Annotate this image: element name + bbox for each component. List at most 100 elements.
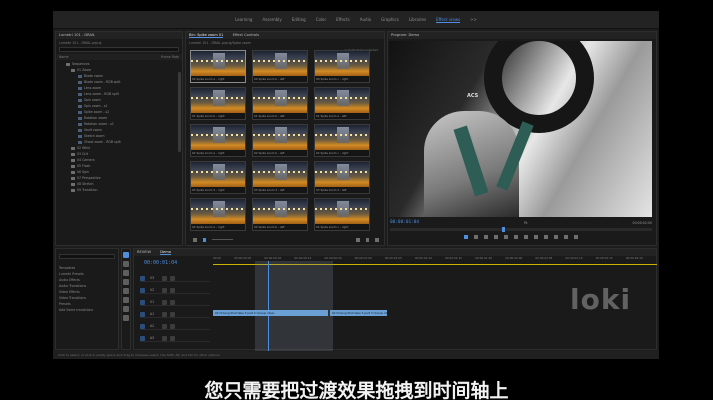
workspace-tab[interactable]: Learning	[235, 17, 252, 22]
thumbnail-image	[191, 125, 245, 152]
lift-icon[interactable]	[544, 235, 548, 239]
track-lock-icon[interactable]	[170, 312, 175, 317]
workspace-tab[interactable]: Audio	[360, 17, 371, 22]
track-lock-icon[interactable]	[170, 336, 175, 341]
effects-item[interactable]: Add Some transitions	[56, 307, 118, 313]
effects-search-input[interactable]	[59, 254, 115, 259]
pen-tool-icon[interactable]	[123, 297, 129, 303]
play-icon[interactable]	[514, 235, 518, 239]
track-visibility-icon[interactable]	[162, 336, 167, 341]
mark-out-icon[interactable]	[484, 235, 488, 239]
project-search-input[interactable]	[59, 47, 179, 52]
program-scrubber[interactable]	[390, 227, 652, 232]
go-to-out-icon[interactable]	[534, 235, 538, 239]
track-visibility-icon[interactable]	[162, 312, 167, 317]
comparison-view-icon[interactable]	[574, 235, 578, 239]
track-lock-icon[interactable]	[170, 276, 175, 281]
step-forward-icon[interactable]	[524, 235, 528, 239]
tab-effect-controls[interactable]: Effect Controls	[233, 33, 259, 37]
track-target-icon[interactable]	[140, 336, 145, 341]
clip-thumbnail[interactable]: 01 Spike zoom b - left	[252, 87, 308, 120]
track-header[interactable]: V3	[140, 275, 210, 282]
clip-right[interactable]: 02 Driving Shot take 3 part 3 (Group cli…	[330, 310, 387, 316]
new-item-icon[interactable]	[365, 237, 370, 242]
project-scrollbar[interactable]	[178, 72, 181, 152]
tab-bin[interactable]: Bin: Spike zoom 01	[189, 33, 224, 38]
track-visibility-icon[interactable]	[162, 324, 167, 329]
timeline-timecode[interactable]: 00:00:01:04	[144, 260, 177, 266]
fit-dropdown[interactable]: Fit	[521, 221, 528, 225]
track-lock-icon[interactable]	[170, 288, 175, 293]
workspace-tab[interactable]: Graphics	[381, 17, 399, 22]
tree-item[interactable]: 09 Transition	[66, 187, 182, 193]
clip-thumbnail[interactable]: 02 Spike zoom c - right	[314, 124, 370, 157]
export-frame-icon[interactable]	[564, 235, 568, 239]
workspace-tab[interactable]: Libraries	[409, 17, 426, 22]
clip-thumbnail[interactable]: 04 Spike zoom a - right	[190, 198, 246, 231]
clip-thumbnail[interactable]: 02 Spike zoom b - left	[252, 124, 308, 157]
program-timecode[interactable]: 00:00:01:04	[390, 220, 419, 225]
track-header[interactable]: A3	[140, 335, 210, 342]
razor-tool-icon[interactable]	[123, 279, 129, 285]
clip-thumbnail[interactable]: 03 Spike zoom 2 - left	[252, 161, 308, 194]
icon-view-icon[interactable]	[202, 237, 207, 242]
timeline-playhead[interactable]	[268, 261, 269, 351]
hand-tool-icon[interactable]	[123, 306, 129, 312]
marker-icon[interactable]	[464, 235, 468, 239]
mark-in-icon[interactable]	[474, 235, 478, 239]
track-target-icon[interactable]	[140, 288, 145, 293]
workspace-tab[interactable]: Effects	[336, 17, 350, 22]
go-to-in-icon[interactable]	[494, 235, 498, 239]
clip-thumbnail[interactable]: 03 Spike zoom 2 - left	[314, 161, 370, 194]
folder-icon	[66, 62, 70, 66]
workspace-tab[interactable]: >>	[470, 17, 477, 22]
tab-demo-sequence[interactable]: Demo	[160, 250, 171, 255]
track-select-tool-icon[interactable]	[123, 261, 129, 267]
program-playhead[interactable]	[502, 227, 505, 232]
step-back-icon[interactable]	[504, 235, 508, 239]
track-target-icon[interactable]	[140, 324, 145, 329]
track-header[interactable]: A1	[140, 311, 210, 318]
track-header[interactable]: A2	[140, 323, 210, 330]
track-lock-icon[interactable]	[170, 300, 175, 305]
thumbnail-caption: 00 Spike zoom b - left	[253, 76, 307, 82]
clip-thumbnail[interactable]: 00 Spike zoom b - left	[252, 50, 308, 83]
workspace-tab[interactable]: Effect views	[436, 17, 461, 23]
clip-thumbnail[interactable]: 02 Spike zoom a - right	[190, 124, 246, 157]
clip-thumbnail[interactable]: 00 Spike zoom a - right	[190, 50, 246, 83]
tab-review[interactable]: REVIEW	[137, 250, 151, 254]
name-column-header[interactable]: Name	[59, 54, 68, 60]
clip-thumbnail[interactable]: 04 Spike zoom c - right	[314, 198, 370, 231]
clip-left[interactable]: 02 Driving Shot take 3 part 2 (Group cli…	[213, 310, 328, 316]
project-panel-title[interactable]: Lumetri 101 - DRAIL	[56, 32, 182, 39]
clip-thumbnail[interactable]: 00 Spike zoom c - right	[314, 50, 370, 83]
selection-tool-icon[interactable]	[123, 252, 129, 258]
frame-rate-column-header[interactable]: Frame Rate	[161, 54, 179, 60]
track-visibility-icon[interactable]	[162, 300, 167, 305]
trash-icon[interactable]	[375, 237, 380, 242]
type-tool-icon[interactable]	[123, 315, 129, 321]
track-target-icon[interactable]	[140, 300, 145, 305]
extract-icon[interactable]	[554, 235, 558, 239]
track-header[interactable]: V1	[140, 299, 210, 306]
thumbnail-caption: 00 Spike zoom a - right	[191, 76, 245, 82]
track-visibility-icon[interactable]	[162, 276, 167, 281]
list-view-icon[interactable]	[193, 237, 197, 242]
workspace-tab[interactable]: Assembly	[262, 17, 281, 22]
clip-thumbnail[interactable]: 01 Spike zoom b - right	[190, 87, 246, 120]
ripple-edit-tool-icon[interactable]	[123, 270, 129, 276]
clip-thumbnail[interactable]: 04 Spike zoom b - left	[252, 198, 308, 231]
new-bin-icon[interactable]	[355, 237, 360, 242]
track-target-icon[interactable]	[140, 312, 145, 317]
track-visibility-icon[interactable]	[162, 288, 167, 293]
workspace-tab[interactable]: Editing	[292, 17, 306, 22]
track-lock-icon[interactable]	[170, 324, 175, 329]
workspace-tab[interactable]: Color	[316, 17, 326, 22]
zoom-slider[interactable]	[212, 239, 233, 240]
track-header[interactable]: V2	[140, 287, 210, 294]
slip-tool-icon[interactable]	[123, 288, 129, 294]
clip-thumbnail[interactable]: 01 Spike zoom e - left	[314, 87, 370, 120]
track-target-icon[interactable]	[140, 276, 145, 281]
clip-thumbnail[interactable]: 03 Spike zoom 2 - right	[190, 161, 246, 194]
program-monitor-title[interactable]: Program: Demo	[388, 32, 656, 39]
